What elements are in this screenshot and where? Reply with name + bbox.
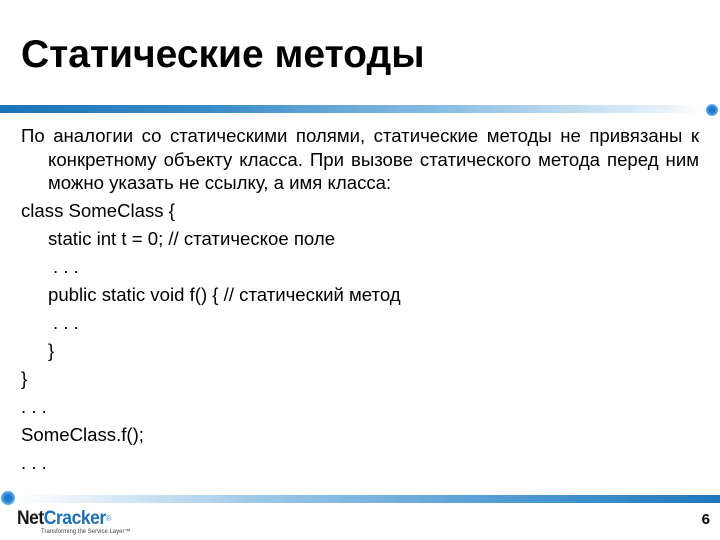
- slide-body: По аналогии со статическими полями, стат…: [21, 122, 699, 477]
- code-line: . . .: [53, 255, 79, 277]
- intro-paragraph: По аналогии со статическими полями, стат…: [21, 125, 699, 193]
- slide-title: Статические методы: [21, 33, 425, 76]
- logo-text-cracker: Cracker: [43, 508, 106, 529]
- code-line: class SomeClass {: [21, 199, 175, 221]
- code-line: }: [21, 367, 28, 389]
- code-line: . . .: [21, 451, 47, 473]
- code-line: }: [48, 339, 55, 361]
- logo-text-net: Net: [17, 508, 44, 529]
- code-line: public static void f() { // статический …: [48, 283, 401, 305]
- title-divider-bar: [0, 105, 700, 113]
- logo-tagline: Transforming the Service Layer™: [41, 529, 131, 535]
- code-line: . . .: [21, 395, 47, 417]
- bullet-dot-icon: [706, 104, 718, 116]
- registered-mark-icon: ®: [105, 514, 111, 523]
- netcracker-logo: NetCracker® Transforming the Service Lay…: [17, 509, 130, 536]
- footer-divider-bar: [16, 495, 720, 503]
- page-number: 6: [701, 511, 710, 528]
- code-line: static int t = 0; // статическое поле: [48, 227, 336, 249]
- code-line: . . .: [53, 311, 79, 333]
- bullet-dot-icon: [1, 491, 15, 505]
- code-line: SomeClass.f();: [21, 423, 144, 445]
